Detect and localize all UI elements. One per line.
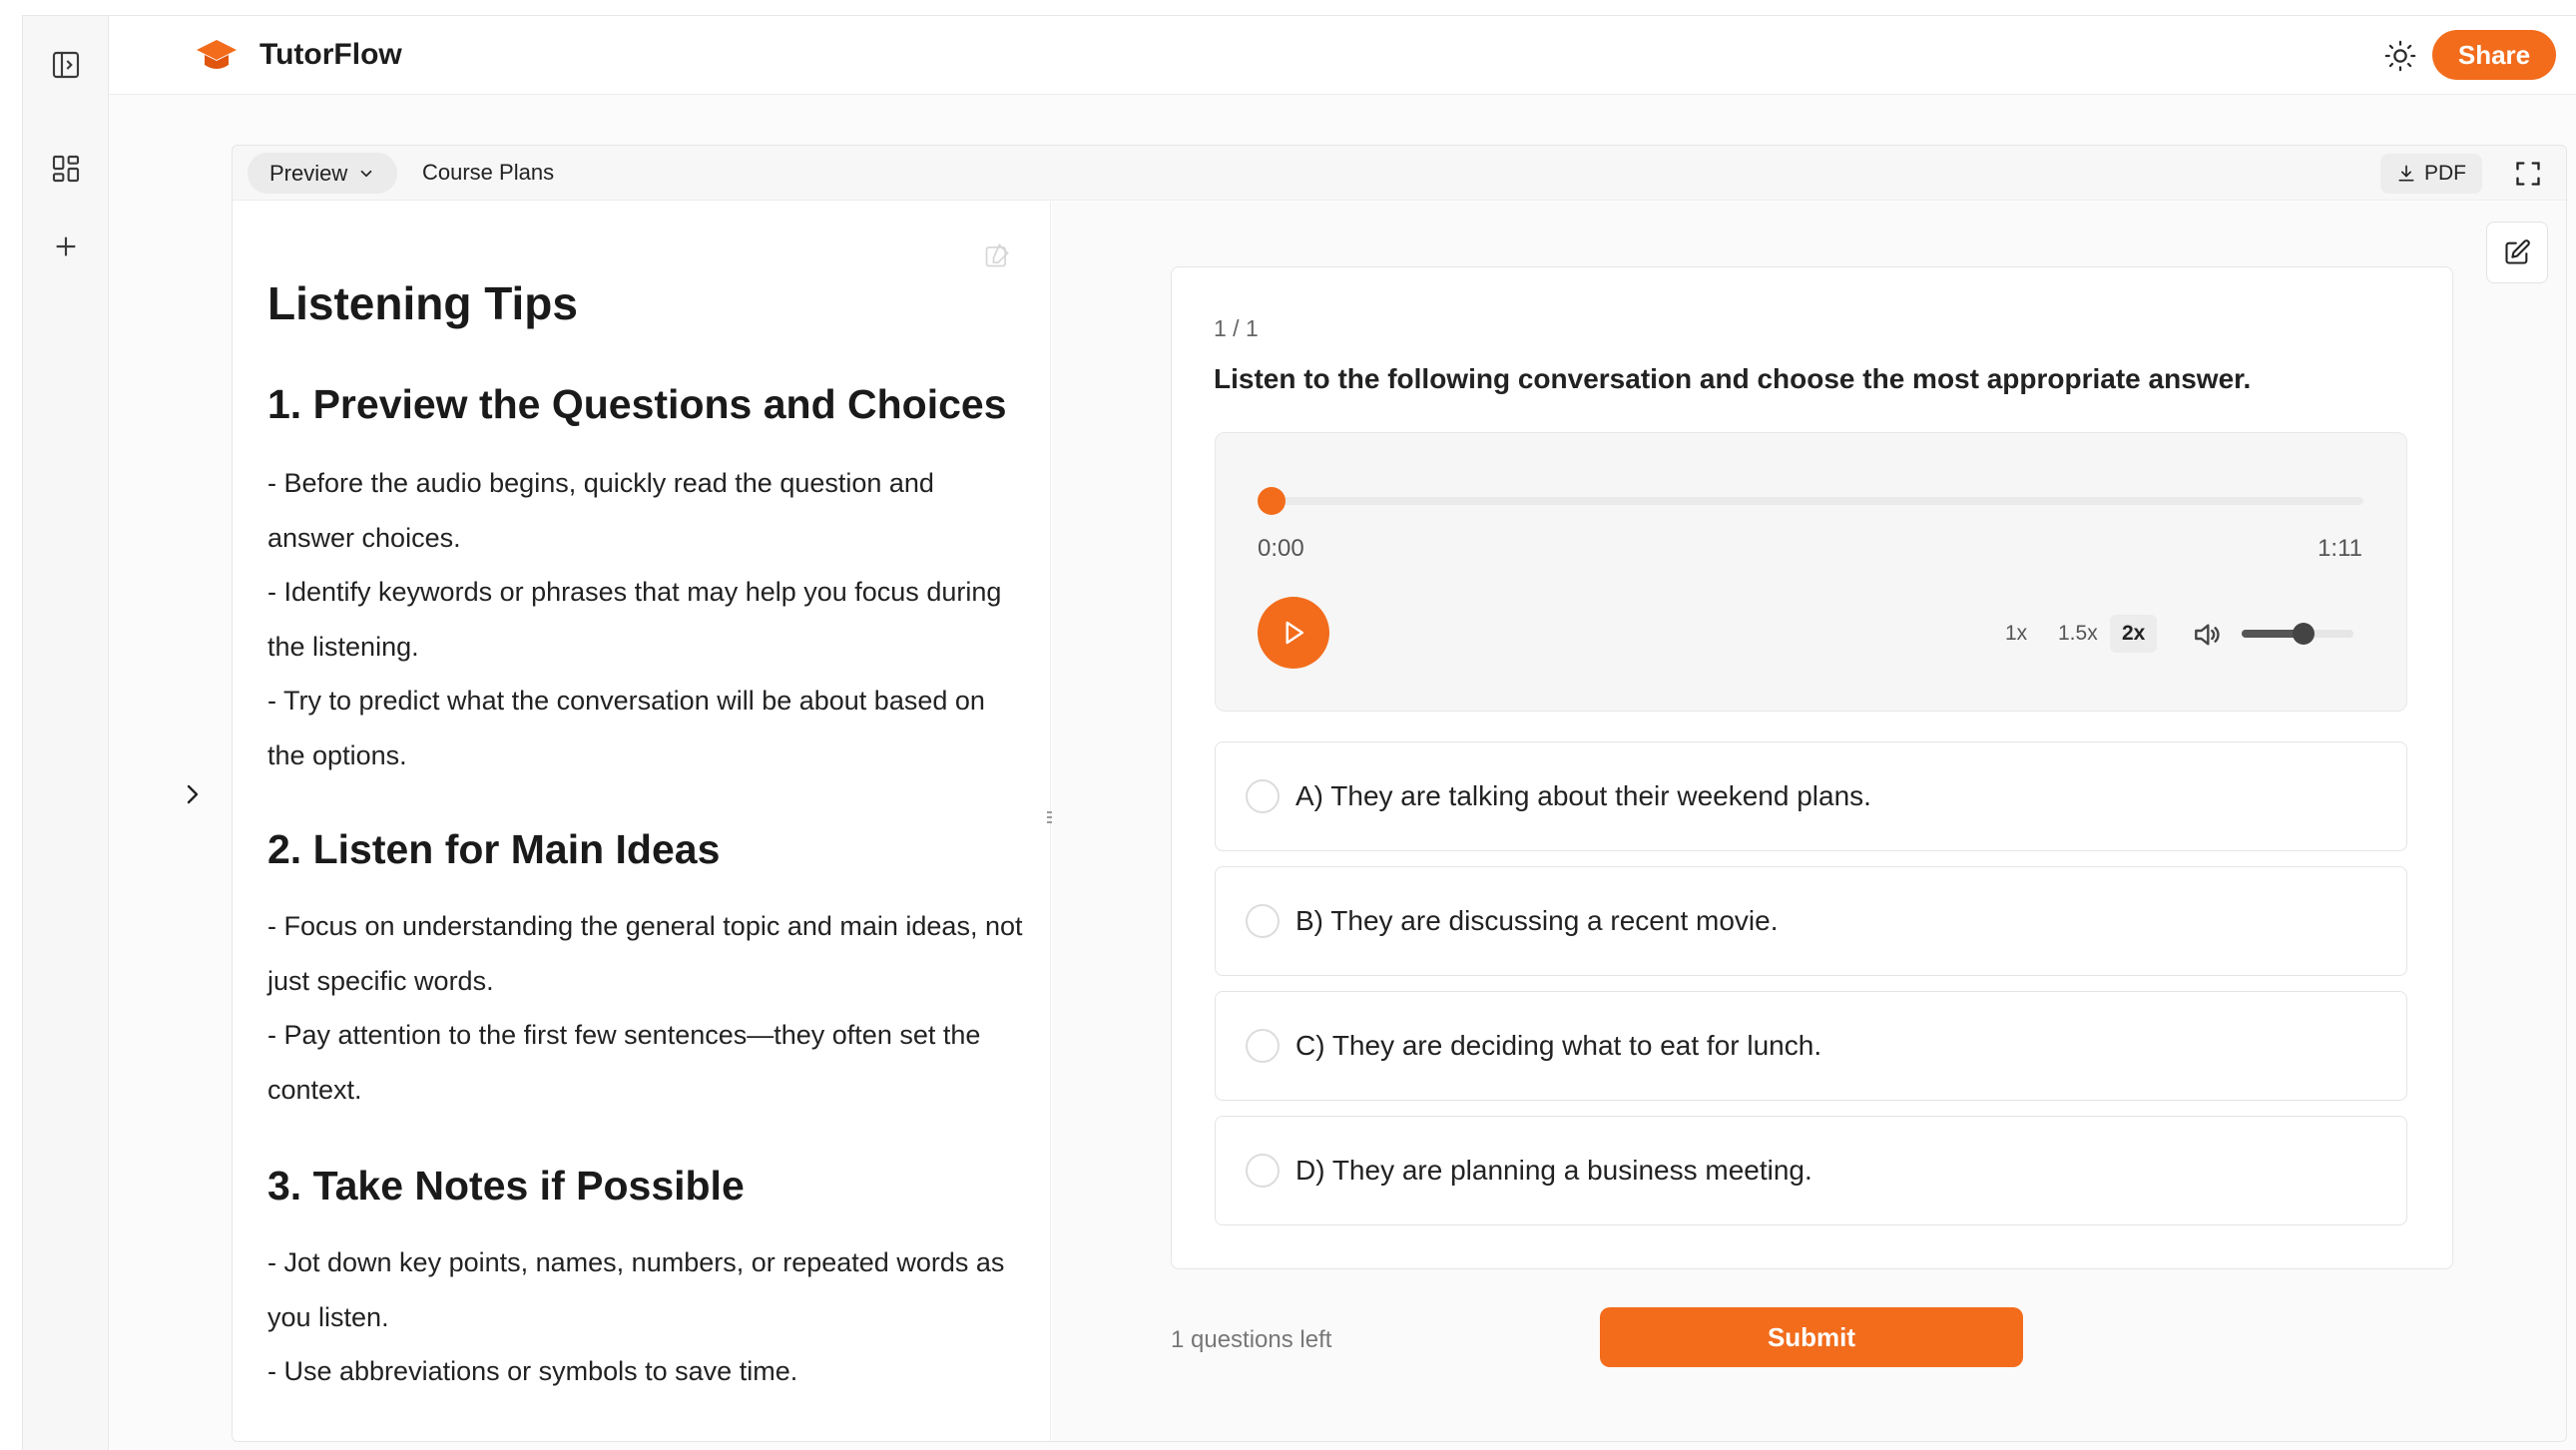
doc-title: Listening Tips (267, 277, 578, 329)
section-bullet: - Before the audio begins, quickly read … (267, 468, 934, 553)
volume-slider[interactable] (2242, 623, 2353, 645)
section-bullet: - Focus on understanding the general top… (267, 911, 1023, 996)
tab-course-plans[interactable]: Course Plans (422, 160, 554, 186)
answer-radio[interactable] (1246, 779, 1280, 813)
quiz-pane: 1 / 1 Listen to the following conversati… (1052, 202, 2566, 1441)
audio-progress-handle[interactable] (1258, 487, 1286, 515)
current-time: 0:00 (1258, 535, 1304, 562)
tab-preview-label: Preview (269, 160, 348, 186)
lesson-card: Preview Course Plans PDF Listening Tips (232, 145, 2567, 1442)
play-button[interactable] (1258, 597, 1329, 669)
edit-doc-icon[interactable] (983, 242, 1011, 269)
view-tabs-bar: Preview Course Plans PDF (233, 146, 2566, 201)
section-heading: 2. Listen for Main Ideas (267, 826, 721, 872)
dashboard-grid-icon (52, 155, 80, 183)
answer-radio[interactable] (1246, 1154, 1280, 1188)
answer-option[interactable]: C) They are deciding what to eat for lun… (1215, 991, 2407, 1101)
volume-icon[interactable] (2191, 619, 2223, 651)
download-pdf-button[interactable]: PDF (2380, 154, 2482, 194)
download-icon (2398, 165, 2414, 182)
fullscreen-button[interactable] (2510, 156, 2546, 192)
expand-panel-button[interactable] (173, 774, 213, 814)
sidebar-toggle-button[interactable] (41, 40, 91, 90)
section-heading: 1. Preview the Questions and Choices (267, 381, 1007, 427)
duration-time: 1:11 (2318, 535, 2362, 562)
tips-document: Listening Tips 1. Preview the Questions … (233, 202, 1055, 1441)
question-card: 1 / 1 Listen to the following conversati… (1171, 266, 2453, 1269)
questions-left-text: 1 questions left (1171, 1326, 1332, 1353)
answer-option[interactable]: D) They are planning a business meeting. (1215, 1116, 2407, 1225)
audio-progress-track[interactable] (1258, 487, 2363, 515)
graduation-cap-logo-icon (197, 40, 237, 69)
answer-radio[interactable] (1246, 904, 1280, 938)
top-header: TutorFlow Share (110, 16, 2576, 95)
new-item-button[interactable] (41, 222, 91, 271)
speed-1-5x-button[interactable]: 1.5x (2046, 615, 2110, 653)
edit-icon (2505, 240, 2530, 264)
chevron-right-icon (187, 784, 199, 804)
dashboard-button[interactable] (41, 144, 91, 194)
section-bullet: - Try to predict what the conversation w… (267, 686, 985, 770)
left-rail (23, 16, 109, 1450)
section-bullet: - Identify keywords or phrases that may … (267, 577, 1002, 662)
answer-label: C) They are deciding what to eat for lun… (1295, 1030, 1822, 1061)
fullscreen-icon (2516, 162, 2540, 186)
answer-label: A) They are talking about their weekend … (1295, 780, 1871, 811)
answer-option[interactable]: A) They are talking about their weekend … (1215, 741, 2407, 851)
pdf-label: PDF (2424, 162, 2466, 185)
question-text: Listen to the following conversation and… (1214, 363, 2252, 394)
edit-quiz-button[interactable] (2486, 222, 2548, 283)
sun-icon (2384, 40, 2416, 72)
plus-icon (56, 237, 76, 256)
section-bullet: - Jot down key points, names, numbers, o… (267, 1247, 1005, 1332)
share-button[interactable]: Share (2432, 30, 2556, 80)
speed-2x-button[interactable]: 2x (2110, 615, 2158, 653)
tab-preview[interactable]: Preview (248, 153, 398, 194)
question-counter: 1 / 1 (1214, 315, 1259, 341)
chevron-down-icon (360, 170, 372, 177)
volume-handle[interactable] (2292, 623, 2315, 645)
app-title: TutorFlow (259, 38, 402, 71)
answer-label: B) They are discussing a recent movie. (1295, 905, 1779, 936)
speed-1x-button[interactable]: 1x (1993, 615, 2039, 653)
submit-button[interactable]: Submit (1600, 1307, 2023, 1367)
audio-player: 0:00 1:11 1x 1.5x 2x (1215, 432, 2407, 712)
section-bullet: - Pay attention to the first few sentenc… (267, 1020, 981, 1105)
section-bullet: - Use abbreviations or symbols to save t… (267, 1356, 798, 1386)
sidebar-toggle-icon (52, 51, 80, 79)
theme-toggle-button[interactable] (2378, 34, 2422, 78)
app-window: TutorFlow Share Preview Course Plans PDF… (22, 15, 2576, 1450)
answer-radio[interactable] (1246, 1029, 1280, 1063)
answer-label: D) They are planning a business meeting. (1295, 1155, 1812, 1186)
answer-option[interactable]: B) They are discussing a recent movie. (1215, 866, 2407, 976)
play-icon (1286, 621, 1303, 645)
section-heading: 3. Take Notes if Possible (267, 1163, 745, 1208)
